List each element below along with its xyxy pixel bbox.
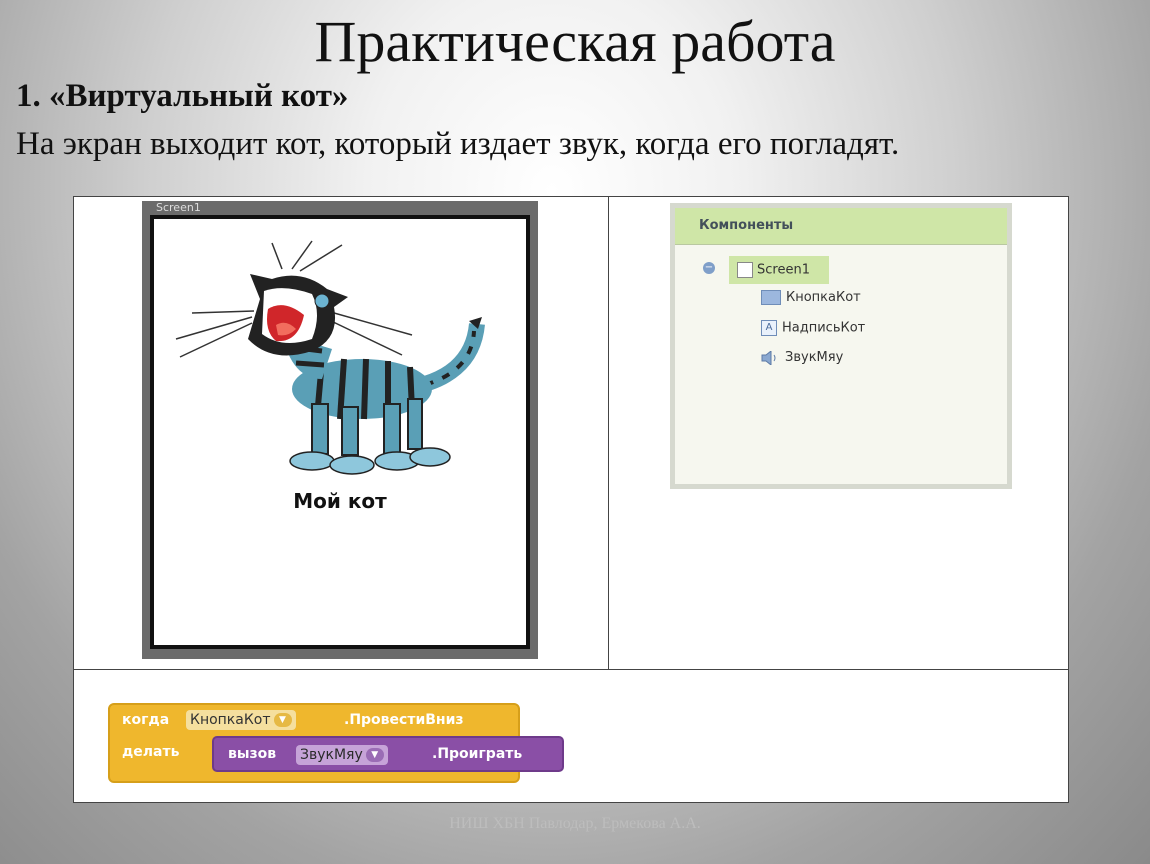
table-divider-vertical bbox=[608, 197, 609, 669]
collapse-icon[interactable]: − bbox=[703, 262, 715, 274]
content-table: Screen1 Мой кот Компоненты − Screen1 Кно… bbox=[73, 196, 1069, 803]
table-divider-horizontal bbox=[74, 669, 1068, 670]
event-component-value: КнопкаКот bbox=[190, 712, 271, 728]
slide-footer: НИШ ХБН Павлодар, Ермекова А.А. bbox=[449, 815, 701, 832]
tree-node-knopkakot[interactable]: КнопкаКот bbox=[761, 290, 861, 305]
sound-icon bbox=[761, 350, 776, 365]
call-method: .Проиграть bbox=[432, 746, 523, 762]
chevron-down-icon: ▼ bbox=[273, 713, 292, 727]
call-block[interactable]: вызов ЗвукМяу ▼ .Проиграть bbox=[212, 736, 564, 772]
tree-item-label: НадписьКот bbox=[782, 320, 866, 336]
tree-item-label: КнопкаКот bbox=[786, 290, 861, 305]
event-name: .ПровестиВниз bbox=[344, 712, 464, 728]
phone-preview: Screen1 Мой кот bbox=[142, 201, 538, 659]
slide-description: На экран выходит кот, который издает зву… bbox=[16, 126, 900, 162]
when-label: когда bbox=[122, 712, 170, 728]
phone-screen-title: Screen1 bbox=[156, 201, 201, 214]
tree-item-label: ЗвукМяу bbox=[785, 350, 844, 365]
slide-subtitle: 1. «Виртуальный кот» bbox=[16, 78, 349, 114]
call-component-dropdown[interactable]: ЗвукМяу ▼ bbox=[296, 745, 388, 765]
do-label: делать bbox=[122, 744, 180, 760]
cat-image[interactable] bbox=[172, 239, 522, 479]
slide-title: Практическая работа bbox=[314, 9, 836, 74]
components-header: Компоненты bbox=[675, 208, 1007, 245]
label-icon: A bbox=[761, 320, 777, 336]
chevron-down-icon: ▼ bbox=[365, 748, 384, 762]
screen-icon bbox=[737, 262, 753, 278]
button-icon bbox=[761, 290, 781, 305]
cat-caption: Мой кот bbox=[293, 489, 387, 513]
tree-node-zvukmyau[interactable]: ЗвукМяу bbox=[761, 350, 843, 365]
components-panel: Компоненты − Screen1 КнопкаКот A НадписьК… bbox=[670, 203, 1012, 489]
phone-screen: Мой кот bbox=[150, 215, 530, 649]
call-label: вызов bbox=[228, 746, 277, 762]
call-component-value: ЗвукМяу bbox=[300, 747, 363, 763]
event-component-dropdown[interactable]: КнопкаКот ▼ bbox=[186, 710, 296, 730]
tree-node-screen1[interactable]: Screen1 bbox=[729, 256, 829, 284]
tree-root-label: Screen1 bbox=[757, 262, 810, 278]
tree-node-nadpiskot[interactable]: A НадписьКот bbox=[761, 320, 865, 336]
